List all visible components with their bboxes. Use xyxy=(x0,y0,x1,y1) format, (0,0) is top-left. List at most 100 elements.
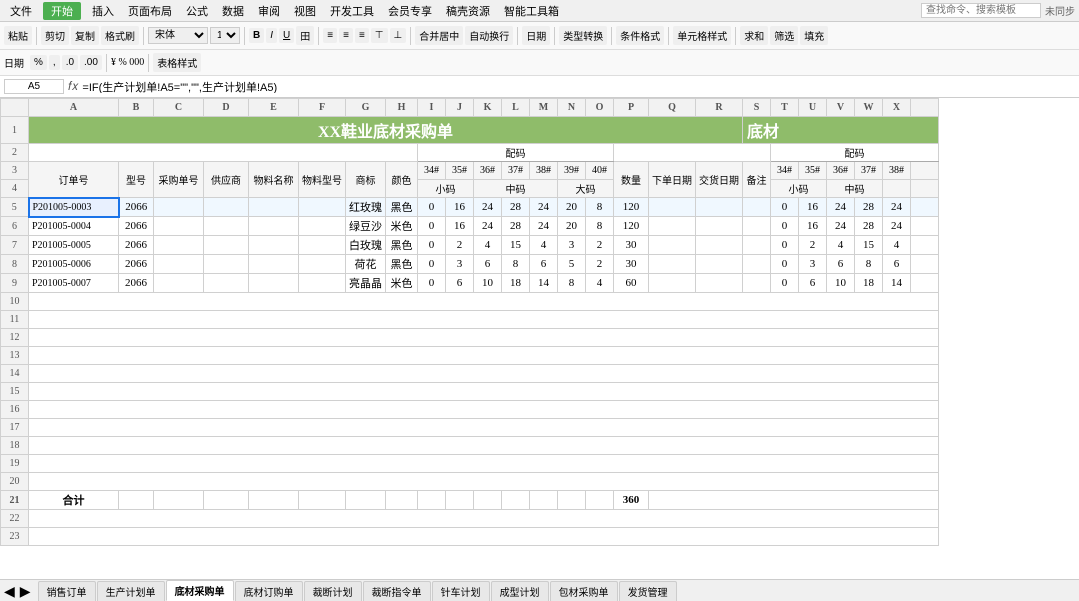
cell-a7[interactable]: P201005-0005 xyxy=(29,236,119,255)
cell-c7[interactable] xyxy=(154,236,204,255)
menu-item-member[interactable]: 会员专享 xyxy=(382,1,438,21)
cell-c6[interactable] xyxy=(154,217,204,236)
menu-item-formula[interactable]: 公式 xyxy=(180,1,214,21)
cell-h7[interactable]: 黑色 xyxy=(386,236,418,255)
cell-w9[interactable]: 18 xyxy=(855,274,883,293)
format-painter-button[interactable]: 格式刷 xyxy=(101,26,139,45)
cell-a5[interactable]: P201005-0003 xyxy=(29,198,119,217)
cell-x9[interactable]: 14 xyxy=(883,274,911,293)
cond-format-button[interactable]: 条件格式 xyxy=(616,26,664,45)
cell-o8[interactable]: 2 xyxy=(586,255,614,274)
col-e[interactable]: E xyxy=(249,99,299,117)
cell-extra8[interactable] xyxy=(911,255,939,274)
cell-i5[interactable]: 0 xyxy=(418,198,446,217)
col-j[interactable]: J xyxy=(446,99,474,117)
tab-production-plan[interactable]: 生产计划单 xyxy=(97,581,165,601)
cell-n7[interactable]: 3 xyxy=(558,236,586,255)
cell-p6[interactable]: 120 xyxy=(614,217,649,236)
merge-center-button[interactable]: 合并居中 xyxy=(415,26,463,45)
cell-u7[interactable]: 2 xyxy=(799,236,827,255)
col-k[interactable]: K xyxy=(474,99,502,117)
col-q[interactable]: Q xyxy=(649,99,696,117)
cell-b5[interactable]: 2066 xyxy=(119,198,154,217)
cell-g5[interactable]: 红玫瑰 xyxy=(346,198,386,217)
cell-x8[interactable]: 6 xyxy=(883,255,911,274)
cell-v9[interactable]: 10 xyxy=(827,274,855,293)
cell-i7[interactable]: 0 xyxy=(418,236,446,255)
cell-g6[interactable]: 绿豆沙 xyxy=(346,217,386,236)
cell-c21[interactable] xyxy=(154,491,204,510)
cell-r5[interactable] xyxy=(696,198,743,217)
cell-x6[interactable]: 24 xyxy=(883,217,911,236)
cell-n9[interactable]: 8 xyxy=(558,274,586,293)
align-center-button[interactable]: ≡ xyxy=(339,28,353,43)
decimal-inc-button[interactable]: .0 xyxy=(62,55,78,70)
cell-d8[interactable] xyxy=(204,255,249,274)
cell-o9[interactable]: 4 xyxy=(586,274,614,293)
col-v[interactable]: V xyxy=(827,99,855,117)
cell-n5[interactable]: 20 xyxy=(558,198,586,217)
col-w[interactable]: W xyxy=(855,99,883,117)
col-n[interactable]: N xyxy=(558,99,586,117)
cell-p7[interactable]: 30 xyxy=(614,236,649,255)
sheet-scroll[interactable]: A B C D E F G H I J K L M N O P Q xyxy=(0,98,1079,579)
title-cell[interactable]: XX鞋业底材采购单 xyxy=(29,117,743,144)
cell-h5[interactable]: 黑色 xyxy=(386,198,418,217)
formula-input[interactable] xyxy=(82,81,1075,93)
cell-v5[interactable]: 24 xyxy=(827,198,855,217)
col-r[interactable]: R xyxy=(696,99,743,117)
cell-b8[interactable]: 2066 xyxy=(119,255,154,274)
col-p[interactable]: P xyxy=(614,99,649,117)
col-f[interactable]: F xyxy=(299,99,346,117)
tab-nav-right[interactable]: ▶ xyxy=(20,584,31,601)
cell-extra6[interactable] xyxy=(911,217,939,236)
cell-j7[interactable]: 2 xyxy=(446,236,474,255)
col-d[interactable]: D xyxy=(204,99,249,117)
cell-f8[interactable] xyxy=(299,255,346,274)
cell-style-button[interactable]: 单元格样式 xyxy=(673,26,731,45)
cell-b6[interactable]: 2066 xyxy=(119,217,154,236)
cell-k5[interactable]: 24 xyxy=(474,198,502,217)
cell-n6[interactable]: 20 xyxy=(558,217,586,236)
cell-extra7[interactable] xyxy=(911,236,939,255)
menu-item-view[interactable]: 视图 xyxy=(288,1,322,21)
cell-w8[interactable]: 8 xyxy=(855,255,883,274)
cell-r6[interactable] xyxy=(696,217,743,236)
cell-q8[interactable] xyxy=(649,255,696,274)
cell-m8[interactable]: 6 xyxy=(530,255,558,274)
decimal-dec-button[interactable]: .00 xyxy=(80,55,102,70)
tab-form-plan[interactable]: 成型计划 xyxy=(491,581,549,601)
col-i[interactable]: I xyxy=(418,99,446,117)
cell-h21[interactable] xyxy=(386,491,418,510)
cell-t5[interactable]: 0 xyxy=(771,198,799,217)
paste-button[interactable]: 粘贴 xyxy=(4,26,32,45)
cell-t8[interactable]: 0 xyxy=(771,255,799,274)
cell-q6[interactable] xyxy=(649,217,696,236)
cell-q7[interactable] xyxy=(649,236,696,255)
cell-o7[interactable]: 2 xyxy=(586,236,614,255)
menu-item-insert[interactable]: 插入 xyxy=(86,1,120,21)
col-b[interactable]: B xyxy=(119,99,154,117)
col-s[interactable]: S xyxy=(743,99,771,117)
cell-s7[interactable] xyxy=(743,236,771,255)
cell-d7[interactable] xyxy=(204,236,249,255)
font-size-select[interactable]: 11 xyxy=(210,27,240,44)
cell-l6[interactable]: 28 xyxy=(502,217,530,236)
cell-p8[interactable]: 30 xyxy=(614,255,649,274)
cell-x7[interactable]: 4 xyxy=(883,236,911,255)
cell-f7[interactable] xyxy=(299,236,346,255)
cell-k9[interactable]: 10 xyxy=(474,274,502,293)
cell-q5[interactable] xyxy=(649,198,696,217)
cell-v7[interactable]: 4 xyxy=(827,236,855,255)
menu-item-file[interactable]: 文件 xyxy=(4,1,38,21)
cell-p5[interactable]: 120 xyxy=(614,198,649,217)
col-h[interactable]: H xyxy=(386,99,418,117)
cell-e8[interactable] xyxy=(249,255,299,274)
cell-t7[interactable]: 0 xyxy=(771,236,799,255)
cell-p9[interactable]: 60 xyxy=(614,274,649,293)
menu-item-review[interactable]: 审阅 xyxy=(252,1,286,21)
col-g[interactable]: G xyxy=(346,99,386,117)
cell-g7[interactable]: 白玫瑰 xyxy=(346,236,386,255)
cell-e5[interactable] xyxy=(249,198,299,217)
cell-k21[interactable] xyxy=(474,491,502,510)
